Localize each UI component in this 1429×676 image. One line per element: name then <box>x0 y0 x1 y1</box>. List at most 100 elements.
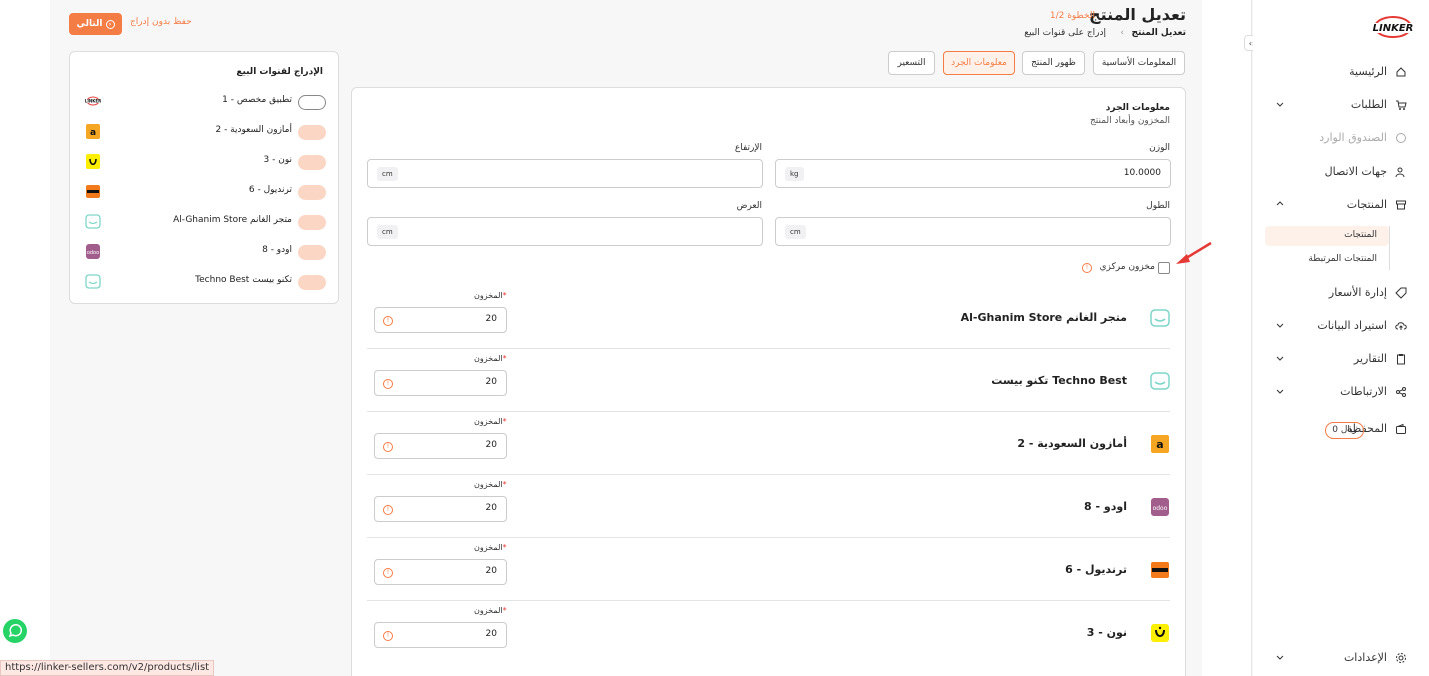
stock-row: odoo اودو - 8 المخزون* ! 20 <box>367 475 1170 538</box>
weight-input[interactable]: kg 10.0000 <box>775 159 1171 188</box>
sidebar-subitem-products[interactable]: المنتجات <box>1265 226 1389 246</box>
tab-inventory-info[interactable]: معلومات الجرد <box>943 51 1015 75</box>
sidebar-item-label: الارتباطات <box>1340 385 1387 398</box>
height-input[interactable]: cm <box>367 159 763 188</box>
whatsapp-icon[interactable] <box>2 618 28 644</box>
stock-input[interactable]: ! 20 <box>374 370 507 396</box>
stock-value: 20 <box>485 566 497 576</box>
page-title: تعديل المنتج <box>1089 5 1186 24</box>
info-icon[interactable]: ! <box>383 568 393 578</box>
stock-label: المخزون* <box>474 606 507 615</box>
chevron-down-icon <box>1276 102 1284 107</box>
central-stock-checkbox[interactable] <box>1158 262 1170 274</box>
channel-toggle[interactable] <box>298 275 326 290</box>
stock-row: a أمازون السعودية - 2 المخزون* ! 20 <box>367 412 1170 475</box>
stock-label: المخزون* <box>474 291 507 300</box>
width-input[interactable]: cm <box>367 217 763 246</box>
sidebar-item-integrations[interactable]: الارتباطات <box>1253 381 1429 403</box>
channel-toggle[interactable] <box>298 245 326 260</box>
sidebar-subitem-linked-products[interactable]: المنتجات المرتبطة <box>1265 250 1389 270</box>
channel-row: نون - 3 <box>70 152 340 172</box>
info-icon[interactable]: ! <box>1082 263 1092 273</box>
channel-toggle[interactable] <box>298 95 326 110</box>
channel-toggle[interactable] <box>298 215 326 230</box>
channel-row: تطبيق مخصص - 1 LINKER <box>70 92 340 112</box>
sidebar-item-reports[interactable]: التقارير <box>1253 348 1429 370</box>
sidebar-item-home[interactable]: الرئيسية <box>1253 61 1429 83</box>
left-margin <box>0 0 50 676</box>
central-stock-label: مخزون مركزي <box>1099 262 1156 272</box>
stock-label: المخزون* <box>474 417 507 426</box>
store-icon <box>85 214 101 229</box>
channel-toggle[interactable] <box>298 185 326 200</box>
svg-text:a: a <box>90 128 96 138</box>
sidebar-item-settings[interactable]: الإعدادات <box>1253 647 1429 669</box>
sidebar-item-wallet[interactable]: المحفظة 0 ريال <box>1253 418 1429 440</box>
info-icon[interactable]: ! <box>383 379 393 389</box>
tab-basic-info[interactable]: المعلومات الأساسية <box>1093 51 1185 75</box>
save-without-listing-button[interactable]: حفظ بدون إدراج <box>130 17 192 27</box>
sidebar-item-products[interactable]: المنتجات <box>1253 194 1429 216</box>
sidebar-item-inbox[interactable]: الصندوق الوارد <box>1253 127 1429 149</box>
sales-channels-card: الإدراج لقنوات البيع تطبيق مخصص - 1 LINK… <box>69 51 339 304</box>
unit-badge: cm <box>785 225 806 239</box>
info-icon[interactable]: ! <box>383 316 393 326</box>
stock-input[interactable]: ! 20 <box>374 433 507 459</box>
stock-input[interactable]: ! 20 <box>374 307 507 333</box>
stock-input[interactable]: ! 20 <box>374 496 507 522</box>
sidebar-subitem-label: المنتجات <box>1344 230 1377 240</box>
store-icon <box>85 274 101 289</box>
next-button[interactable]: التالي › <box>69 13 122 35</box>
sidebar-item-label: إدارة الأسعار <box>1328 286 1387 299</box>
stock-input[interactable]: ! 20 <box>374 622 507 648</box>
sidebar-item-import[interactable]: استيراد البيانات <box>1253 315 1429 337</box>
svg-text:odoo: odoo <box>87 250 99 256</box>
linker-logo[interactable]: LINKER <box>1371 14 1415 42</box>
stock-row: ترنديول - 6 المخزون* ! 20 <box>367 538 1170 601</box>
home-icon <box>1396 67 1406 77</box>
sidebar-item-label: الطلبات <box>1350 98 1387 111</box>
tag-icon <box>1395 287 1407 299</box>
sidebar-item-label: الإعدادات <box>1343 651 1387 664</box>
wallet-balance-badge: 0 ريال <box>1325 422 1364 439</box>
channel-toggle[interactable] <box>298 155 326 170</box>
channel-name: تكنو بيست Techno Best <box>991 374 1127 387</box>
tab-pricing[interactable]: التسعير <box>888 51 935 75</box>
stock-input[interactable]: ! 20 <box>374 559 507 585</box>
channel-name: نون - 3 <box>1086 626 1127 639</box>
odoo-logo: odoo <box>86 244 100 259</box>
odoo-logo: odoo <box>1151 498 1169 516</box>
sidebar-item-orders[interactable]: الطلبات <box>1253 94 1429 116</box>
channel-name: اودو - 8 <box>1084 500 1127 513</box>
stock-label: المخزون* <box>474 480 507 489</box>
info-icon[interactable]: ! <box>383 631 393 641</box>
sidebar: LINKER الرئيسية الطلبات الصندوق الوارد ج… <box>1253 0 1429 676</box>
channel-row: Techno Best تكنو بيست <box>70 272 340 292</box>
weight-label: الوزن <box>1149 143 1170 153</box>
box-icon <box>1396 200 1406 210</box>
submenu-line <box>1389 226 1390 270</box>
tab-product-visibility[interactable]: ظهور المنتج <box>1022 51 1085 75</box>
amazon-logo: a <box>86 124 100 139</box>
sidebar-item-contacts[interactable]: جهات الاتصال <box>1253 161 1429 183</box>
step-indicator: الخطوة 1/2 <box>1049 11 1095 21</box>
breadcrumb-current[interactable]: تعديل المنتج <box>1131 28 1186 38</box>
channel-toggle[interactable] <box>298 125 326 140</box>
users-icon <box>1395 167 1405 178</box>
stock-value: 20 <box>485 440 497 450</box>
section-subtitle: المخزون وأبعاد المنتج <box>1089 116 1170 126</box>
sidebar-item-pricing[interactable]: إدارة الأسعار <box>1253 282 1429 304</box>
sidebar-item-label: استيراد البيانات <box>1317 319 1387 332</box>
amazon-logo: a <box>1151 435 1169 453</box>
info-icon[interactable]: ! <box>383 442 393 452</box>
info-icon[interactable]: ! <box>383 505 393 515</box>
breadcrumb-next[interactable]: إدراج على قنوات البيع <box>1024 28 1106 38</box>
arrow-circle-icon: › <box>105 19 115 29</box>
status-bar-url: https://linker-sellers.com/v2/products/l… <box>0 660 215 676</box>
height-label: الإرتفاع <box>734 143 762 153</box>
length-input[interactable]: cm <box>775 217 1171 246</box>
sidebar-item-label: الصندوق الوارد <box>1319 131 1387 144</box>
stock-row: نون - 3 المخزون* ! 20 <box>367 601 1170 664</box>
stock-row: تكنو بيست Techno Best المخزون* ! 20 <box>367 349 1170 412</box>
sidebar-item-label: المنتجات <box>1346 198 1387 211</box>
